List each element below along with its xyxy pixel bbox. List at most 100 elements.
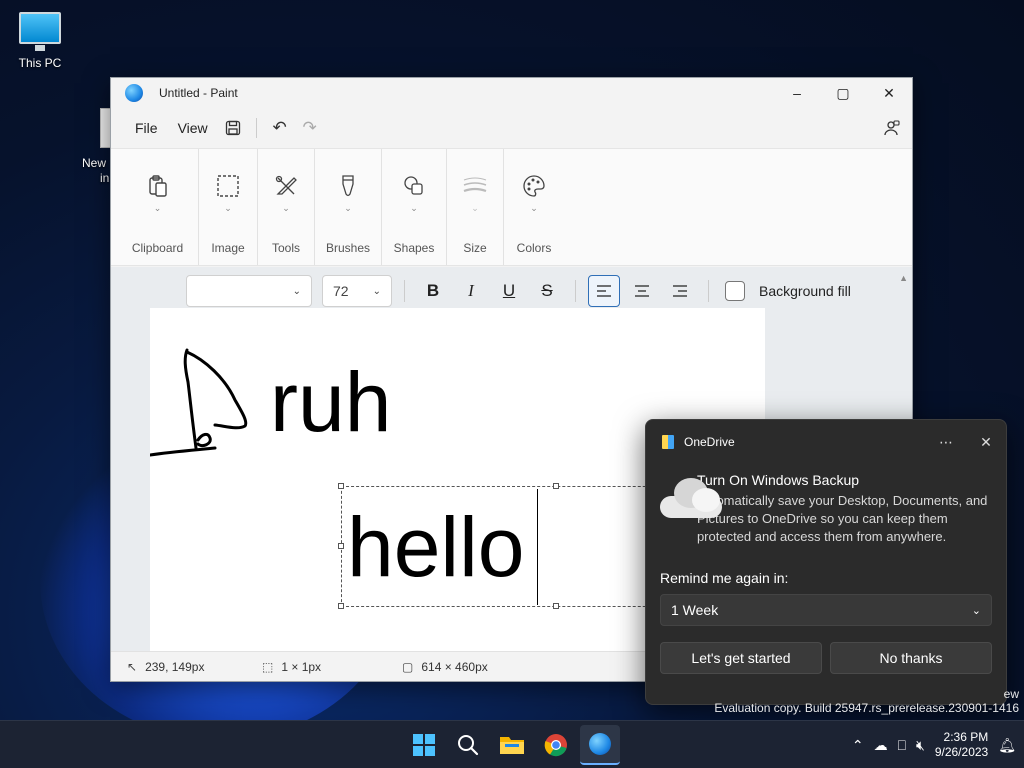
align-left-icon: [597, 285, 611, 297]
text-selection-box[interactable]: hello: [338, 483, 681, 609]
get-started-button[interactable]: Let's get started: [660, 642, 822, 674]
ribbon-group-clipboard[interactable]: ⌄ Clipboard: [117, 149, 199, 265]
toolbar-separator: [575, 280, 576, 302]
resize-handle[interactable]: [553, 483, 559, 489]
chevron-down-icon: ⌄: [292, 285, 301, 297]
onedrive-icon: [662, 435, 674, 449]
size-icon: [460, 171, 490, 201]
strikethrough-button[interactable]: S: [531, 275, 563, 307]
save-icon: [225, 120, 240, 136]
evaluation-watermark: ew Evaluation copy. Build 25947.rs_prere…: [714, 687, 1019, 715]
search-button[interactable]: [448, 725, 488, 765]
ribbon-label: Shapes: [393, 241, 435, 255]
watermark-line: ew: [1003, 687, 1019, 701]
more-options-button[interactable]: ⋯: [926, 427, 966, 457]
shapes-icon: [399, 171, 429, 201]
font-size-select[interactable]: 72 ⌄: [322, 275, 392, 307]
resize-handle[interactable]: [338, 543, 344, 549]
no-thanks-button[interactable]: No thanks: [830, 642, 992, 674]
ribbon-group-brushes[interactable]: ⌄ Brushes: [315, 149, 382, 265]
file-menu[interactable]: File: [125, 114, 168, 142]
toast-close-button[interactable]: ✕: [966, 427, 1006, 457]
close-button[interactable]: ✕: [866, 78, 912, 108]
ribbon-group-image[interactable]: ⌄ Image: [199, 149, 258, 265]
ribbon-label: Brushes: [325, 241, 371, 255]
paint-app-icon: [125, 84, 143, 102]
freehand-drawing: [150, 348, 248, 457]
font-family-select[interactable]: ⌄: [186, 275, 312, 307]
taskbar: ⌃ ☁ ⎕ 🔇︎ 2:36 PM 9/26/2023 🔔︎: [0, 720, 1024, 768]
chevron-down-icon: ⌄: [224, 203, 232, 213]
file-explorer-button[interactable]: [492, 725, 532, 765]
italic-button[interactable]: I: [455, 275, 487, 307]
volume-muted-icon[interactable]: 🔇︎: [916, 737, 925, 754]
ribbon-group-colors[interactable]: ⌄ Colors: [504, 149, 564, 265]
title-bar: Untitled - Paint – ▢ ✕: [111, 78, 912, 108]
chevron-up-icon[interactable]: ⌃: [852, 737, 864, 754]
remind-label: Remind me again in:: [660, 570, 789, 586]
maximize-icon: ▢: [836, 84, 850, 101]
resize-handle[interactable]: [553, 603, 559, 609]
save-button[interactable]: [218, 113, 248, 143]
resize-handle[interactable]: [338, 483, 344, 489]
ribbon-label: Image: [211, 241, 245, 255]
align-center-button[interactable]: [626, 275, 658, 307]
ribbon-label: Tools: [271, 241, 300, 255]
palette-icon: [519, 171, 549, 201]
menu-separator: [255, 118, 257, 138]
desktop-icon-label: in: [100, 171, 110, 185]
notification-bell-icon[interactable]: 🔔︎: [998, 737, 1016, 754]
network-icon[interactable]: ⎕: [898, 737, 906, 754]
window-title: Untitled - Paint: [159, 86, 238, 100]
paint-app-icon: [589, 733, 611, 755]
chevron-down-icon: ⌄: [282, 203, 290, 213]
paint-taskbar-button[interactable]: [580, 725, 620, 765]
ellipsis-icon: ⋯: [939, 433, 953, 450]
bold-button[interactable]: B: [417, 275, 449, 307]
start-button[interactable]: [404, 725, 444, 765]
cursor-position: ↖ 239, 149px: [111, 660, 246, 674]
align-right-button[interactable]: [664, 275, 696, 307]
background-fill-checkbox[interactable]: [725, 281, 745, 301]
cursor-position-value: 239, 149px: [145, 659, 205, 674]
close-icon: ✕: [980, 433, 992, 450]
desktop-icon-partial[interactable]: New in: [82, 156, 109, 186]
undo-icon: ↶: [272, 118, 287, 137]
desktop-icon-this-pc[interactable]: This PC: [12, 10, 68, 70]
canvas-text-ruh: ruh: [270, 355, 392, 449]
ribbon: ⌄ Clipboard ⌄ Image ⌄ Tools ⌄ Brushes ⌄ …: [111, 148, 912, 266]
underline-button[interactable]: U: [493, 275, 525, 307]
redo-button[interactable]: ↷: [295, 113, 325, 143]
share-icon: [884, 120, 900, 136]
canvas-text-hello: hello: [347, 500, 525, 594]
toolbar-separator: [708, 280, 709, 302]
redo-icon: ↷: [302, 118, 317, 137]
resize-handle[interactable]: [338, 603, 344, 609]
close-icon: ✕: [883, 84, 895, 101]
background-fill-label: Background fill: [759, 283, 851, 299]
minimize-button[interactable]: –: [774, 78, 820, 108]
view-menu[interactable]: View: [168, 114, 218, 142]
align-left-button[interactable]: [588, 275, 620, 307]
toolbar-separator: [404, 280, 405, 302]
toast-app-name: OneDrive: [684, 435, 735, 449]
font-size-value: 72: [333, 283, 349, 299]
pointer-icon: ↖: [127, 659, 138, 674]
text-caret: [537, 489, 538, 605]
remind-interval-select[interactable]: 1 Week ⌄: [660, 594, 992, 626]
share-button[interactable]: [876, 113, 906, 143]
undo-button[interactable]: ↶: [265, 113, 295, 143]
search-icon: [458, 735, 479, 756]
toast-title: Turn On Windows Backup: [696, 472, 860, 488]
minimize-icon: –: [793, 85, 801, 101]
ribbon-group-shapes[interactable]: ⌄ Shapes: [382, 149, 447, 265]
onedrive-tray-icon[interactable]: ☁: [874, 737, 888, 754]
ribbon-group-tools[interactable]: ⌄ Tools: [258, 149, 315, 265]
ribbon-group-size[interactable]: ⌄ Size: [447, 149, 504, 265]
maximize-button[interactable]: ▢: [820, 78, 866, 108]
scroll-up-arrow[interactable]: ▲: [899, 273, 908, 283]
text-toolbar: ⌄ 72 ⌄ B I U S Background fill: [186, 275, 851, 307]
toast-body: Turn On Windows Backup Automatically sav…: [646, 464, 1006, 546]
chrome-button[interactable]: [536, 725, 576, 765]
clock[interactable]: 2:36 PM 9/26/2023: [935, 730, 988, 760]
